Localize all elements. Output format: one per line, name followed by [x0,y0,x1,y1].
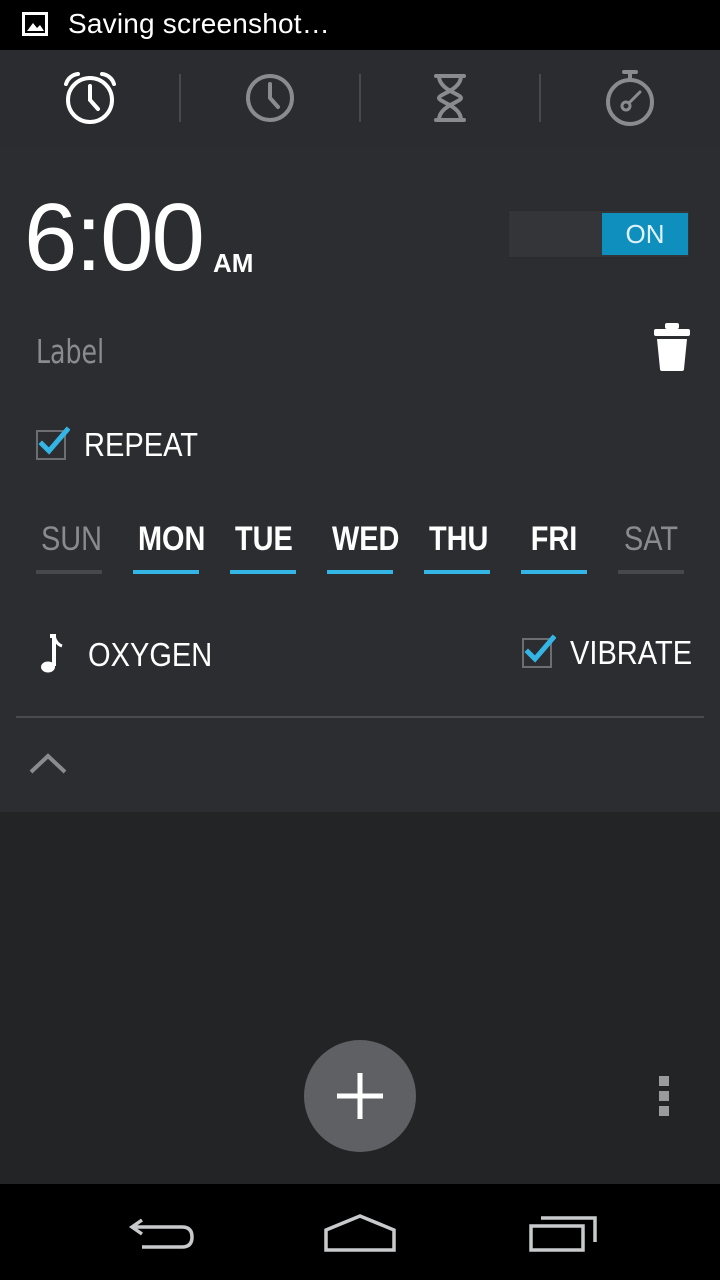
status-notification-text: Saving screenshot… [68,8,330,39]
overflow-menu-icon[interactable] [652,1072,676,1120]
day-label: THU [428,520,489,558]
repeat-label: REPEAT [84,426,199,463]
day-thu[interactable]: THU [424,520,490,574]
back-button[interactable] [120,1204,200,1260]
day-indicator [327,570,393,574]
alarm-ampm: AM [213,248,254,278]
chevron-up-icon[interactable] [28,750,68,776]
alarm-toggle[interactable]: ON [508,210,690,258]
tab-timer[interactable] [360,50,541,146]
day-fri[interactable]: FRI [521,520,587,574]
day-label: TUE [234,520,293,558]
music-note-icon [41,634,63,673]
day-label: MON [137,520,206,558]
trash-icon[interactable] [652,322,692,372]
alarm-time[interactable]: 6:00 [24,190,205,286]
day-label: SUN [40,520,102,558]
navigation-bar [0,1184,720,1280]
day-indicator [133,570,199,574]
day-indicator [424,570,490,574]
clock-icon [246,74,294,122]
toggle-on-label: ON [602,213,688,255]
hourglass-icon [434,74,466,122]
tab-clock[interactable] [180,50,361,146]
repeat-checkbox[interactable] [36,426,70,460]
vibrate-label: VIBRATE [570,634,693,671]
day-wed[interactable]: WED [327,520,400,574]
plus-icon [337,1073,383,1119]
back-icon [128,1218,194,1249]
tab-bar [0,50,720,146]
day-label: WED [331,520,400,558]
day-sat[interactable]: SAT [618,520,684,574]
recents-icon [529,1216,597,1252]
day-indicator [521,570,587,574]
day-indicator [230,570,296,574]
card-divider [16,716,704,718]
recents-button[interactable] [522,1204,602,1260]
day-sun[interactable]: SUN [36,520,102,574]
ringtone-button[interactable]: OXYGEN [88,636,212,674]
status-bar: Saving screenshot… [0,0,720,50]
day-mon[interactable]: MON [133,520,206,574]
alarm-label-field[interactable]: Label [36,332,104,371]
alarm-card: 6:00 AM ON Label REPEAT SUN MON TUE WED [0,146,720,812]
day-label: FRI [530,520,578,558]
day-indicator [36,570,102,574]
alarm-clock-icon [64,72,116,124]
tab-alarm[interactable] [0,50,181,146]
tab-stopwatch[interactable] [540,50,720,146]
day-tue[interactable]: TUE [230,520,296,574]
stopwatch-icon [606,70,654,126]
day-label: SAT [623,520,679,558]
day-indicator [618,570,684,574]
vibrate-checkbox[interactable] [522,634,556,668]
add-alarm-button[interactable] [304,1040,416,1152]
day-selector: SUN MON TUE WED THU FRI SAT [36,520,684,576]
home-icon [324,1214,396,1252]
image-icon [22,12,48,36]
home-button[interactable] [320,1204,400,1260]
